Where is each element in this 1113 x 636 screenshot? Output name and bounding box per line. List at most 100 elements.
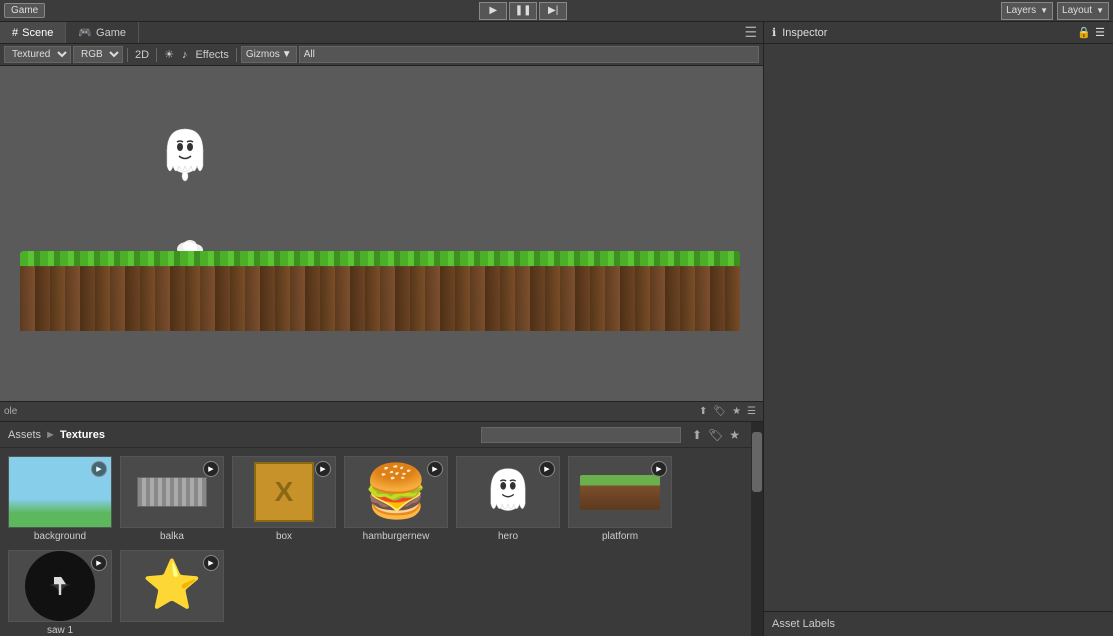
tab-game[interactable]: 🎮 Game bbox=[66, 22, 139, 43]
asset-label-balka: balka bbox=[160, 531, 184, 542]
breadcrumb-arrow: ► bbox=[45, 429, 56, 441]
list-item[interactable]: ⭐ ▶ bbox=[120, 550, 224, 636]
audio-icon-btn[interactable]: ♪ bbox=[179, 46, 191, 63]
ghost-character bbox=[160, 121, 210, 186]
platform-ground bbox=[20, 251, 740, 331]
asset-thumbnail-hero[interactable]: ▶ bbox=[456, 456, 560, 528]
platform-preview bbox=[580, 475, 660, 510]
inspector-asset-labels: Asset Labels bbox=[764, 611, 1113, 636]
list-item[interactable]: ▶ saw 1 bbox=[8, 550, 112, 636]
bottom-panel: ole ⬆ 🏷 ★ ☰ Assets ► Textures bbox=[0, 401, 763, 636]
assets-list-area: Assets ► Textures ⬆ 🏷 ★ bbox=[0, 422, 751, 636]
list-item[interactable]: ▶ balka bbox=[120, 456, 224, 542]
asset-thumbnail-hamburgernew[interactable]: 🍔 ▶ bbox=[344, 456, 448, 528]
asset-play-box[interactable]: ▶ bbox=[315, 461, 331, 477]
toolbar-separator-3 bbox=[236, 48, 237, 62]
texture-mode-select[interactable]: Textured bbox=[4, 46, 71, 63]
asset-thumbnail-saw1[interactable]: ▶ bbox=[8, 550, 112, 622]
star-preview: ⭐ bbox=[142, 562, 202, 610]
hero-preview bbox=[483, 461, 533, 523]
saw-preview bbox=[25, 551, 95, 621]
bottom-star-icon[interactable]: ★ bbox=[729, 406, 744, 417]
assets-star-button[interactable]: ★ bbox=[726, 428, 743, 442]
assets-tag-button[interactable]: 🏷 bbox=[705, 428, 726, 442]
console-label: ole bbox=[4, 406, 17, 417]
balka-preview bbox=[137, 477, 207, 507]
game-tab-label: Game bbox=[96, 27, 126, 39]
saw-cursor bbox=[54, 577, 66, 595]
lighting-icon-btn[interactable]: ☀ bbox=[161, 46, 177, 63]
asset-play-hero[interactable]: ▶ bbox=[539, 461, 555, 477]
scene-viewport[interactable] bbox=[0, 66, 763, 401]
inspector-lock-icon[interactable]: 🔒 bbox=[1077, 26, 1091, 39]
asset-play-background[interactable]: ▶ bbox=[91, 461, 107, 477]
layers-dropdown[interactable]: Layers ▼ bbox=[1001, 2, 1053, 20]
list-item[interactable]: ▶ hero bbox=[456, 456, 560, 542]
asset-labels-title: Asset Labels bbox=[772, 618, 835, 630]
view-2d-button[interactable]: 2D bbox=[132, 46, 152, 63]
toolbar-separator-2 bbox=[156, 48, 157, 62]
game-label-button[interactable]: Game bbox=[4, 3, 45, 18]
step-button[interactable]: ▶| bbox=[539, 2, 567, 20]
list-item[interactable]: 🍔 ▶ hamburgernew bbox=[344, 456, 448, 542]
asset-play-star[interactable]: ▶ bbox=[203, 555, 219, 571]
play-button[interactable]: ▶ bbox=[479, 2, 507, 20]
assets-scrollbar-thumb[interactable] bbox=[752, 432, 762, 492]
scene-hash: # bbox=[12, 27, 18, 39]
platform-grass bbox=[20, 251, 740, 267]
assets-header: Assets ► Textures ⬆ 🏷 ★ bbox=[0, 422, 751, 448]
burger-emoji: 🍔 bbox=[364, 466, 429, 518]
asset-thumbnail-balka[interactable]: ▶ bbox=[120, 456, 224, 528]
asset-play-platform[interactable]: ▶ bbox=[651, 461, 667, 477]
inspector-panel: ℹ Inspector 🔒 ☰ Asset Labels bbox=[763, 22, 1113, 636]
bottom-menu-icon[interactable]: ☰ bbox=[744, 406, 759, 417]
tab-menu-button[interactable]: ☰ bbox=[738, 24, 763, 41]
asset-thumbnail-background[interactable]: ▶ bbox=[8, 456, 112, 528]
box-preview bbox=[254, 462, 314, 522]
layout-label: Layout bbox=[1062, 5, 1092, 16]
scene-toolbar: Textured RGB 2D ☀ ♪ Effects Gizmos ▼ bbox=[0, 44, 763, 66]
game-tab-icon: 🎮 bbox=[78, 26, 92, 39]
list-item[interactable]: ▶ background bbox=[8, 456, 112, 542]
inspector-menu-icon[interactable]: ☰ bbox=[1095, 26, 1105, 39]
assets-scrollbar[interactable] bbox=[751, 422, 763, 636]
asset-play-balka[interactable]: ▶ bbox=[203, 461, 219, 477]
assets-search-input[interactable] bbox=[481, 427, 681, 443]
layer-all-field[interactable] bbox=[299, 46, 759, 63]
bottom-panel-inner: Assets ► Textures ⬆ 🏷 ★ bbox=[0, 422, 763, 636]
asset-thumbnail-star[interactable]: ⭐ ▶ bbox=[120, 550, 224, 622]
bottom-tag-icon[interactable]: 🏷 bbox=[710, 406, 729, 417]
list-item[interactable]: ▶ box bbox=[232, 456, 336, 542]
bottom-upload-icon[interactable]: ⬆ bbox=[696, 406, 710, 417]
asset-play-saw1[interactable]: ▶ bbox=[91, 555, 107, 571]
assets-grid: ▶ background ▶ balka bbox=[0, 448, 751, 636]
inspector-header: ℹ Inspector 🔒 ☰ bbox=[764, 22, 1113, 44]
scene-content bbox=[0, 66, 763, 401]
pause-button[interactable]: ❚❚ bbox=[509, 2, 537, 20]
list-item[interactable]: ▶ platform bbox=[568, 456, 672, 542]
toolbar-separator-1 bbox=[127, 48, 128, 62]
breadcrumb: Assets ► Textures bbox=[8, 429, 105, 441]
asset-play-hamburgernew[interactable]: ▶ bbox=[427, 461, 443, 477]
asset-thumbnail-platform[interactable]: ▶ bbox=[568, 456, 672, 528]
layers-label: Layers bbox=[1006, 5, 1036, 16]
layout-dropdown-arrow: ▼ bbox=[1096, 6, 1104, 15]
gizmos-button[interactable]: Gizmos ▼ bbox=[241, 46, 297, 63]
layout-dropdown[interactable]: Layout ▼ bbox=[1057, 2, 1109, 20]
breadcrumb-assets[interactable]: Assets bbox=[8, 429, 41, 441]
assets-upload-button[interactable]: ⬆ bbox=[689, 428, 705, 442]
playback-controls: ▶ ❚❚ ▶| bbox=[479, 2, 567, 20]
asset-thumbnail-box[interactable]: ▶ bbox=[232, 456, 336, 528]
color-mode-select[interactable]: RGB bbox=[73, 46, 123, 63]
gizmos-label: Gizmos bbox=[246, 49, 280, 60]
asset-label-hero: hero bbox=[498, 531, 518, 542]
top-bar: Game ▶ ❚❚ ▶| Layers ▼ Layout ▼ bbox=[0, 0, 1113, 22]
asset-label-background: background bbox=[34, 531, 86, 542]
asset-label-box: box bbox=[276, 531, 292, 542]
platform-rock bbox=[20, 266, 740, 331]
tab-scene[interactable]: # Scene bbox=[0, 22, 66, 43]
scene-tab-label: Scene bbox=[22, 27, 53, 39]
inspector-body bbox=[764, 44, 1113, 611]
effects-button[interactable]: Effects bbox=[192, 46, 231, 63]
editor-panel: # Scene 🎮 Game ☰ Textured RGB 2D ☀ ♪ Eff… bbox=[0, 22, 763, 636]
